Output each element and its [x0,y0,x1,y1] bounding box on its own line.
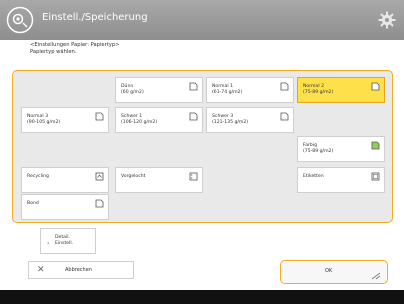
paper-type-label: Schwer 1 (106-120 g/m2) [121,114,158,125]
paper-type-normal-1[interactable]: Normal 1 (61-74 g/m2) [206,77,294,103]
paper-type-normal-2[interactable]: Normal 2 (75-89 g/m2) [297,77,385,103]
recycled-paper-icon [95,172,104,181]
paper-type-label: Bond [27,201,39,206]
paper-type-recycling[interactable]: Recycling [21,167,109,193]
paper-icon [189,112,198,121]
paper-type-vorgelocht[interactable]: Vorgelocht [115,167,203,193]
paper-type-label: Recycling [27,174,49,179]
detail-settings-button[interactable]: › Detail. Einstell. [40,228,96,254]
corner-marker-icon [371,272,381,280]
paper-icon [95,112,104,121]
arrow-right-icon: › [47,240,50,247]
bottom-bar [0,290,404,304]
paper-icon [189,82,198,91]
paper-type-label: Normal 3 (90-105 g/m2) [27,114,61,125]
paper-type-label: Farbig (75-89 g/m2) [303,143,334,154]
cancel-button-label: Abbrechen [65,267,92,273]
cancel-button[interactable]: ✕ Abbrechen [28,261,134,279]
paper-type-normal-3[interactable]: Normal 3 (90-105 g/m2) [21,107,109,133]
instruction-line-1: <Einstellungen Papier: Papiertyp> [30,42,120,48]
ok-button[interactable]: OK [280,260,388,284]
ok-button-label: OK [325,268,333,274]
prepunched-paper-icon [189,172,198,181]
paper-type-farbig[interactable]: Farbig (75-89 g/m2) [297,136,385,162]
colored-paper-icon [371,141,380,150]
detail-settings-label: Detail. Einstell. [55,235,74,246]
paper-type-label: Normal 1 (61-74 g/m2) [212,84,243,95]
close-icon: ✕ [37,265,45,275]
paper-icon [280,82,289,91]
instruction-text: <Einstellungen Papier: Papiertyp> Papier… [30,42,390,56]
paper-type-panel: Dünn (60 g/m2) Normal 1 (61-74 g/m2) Nor… [12,70,393,223]
settings-register-icon [6,6,34,34]
paper-type-label: Schwer 3 (121-135 g/m2) [212,114,249,125]
gear-icon[interactable] [378,11,396,29]
paper-icon [371,82,380,91]
paper-type-schwer-3[interactable]: Schwer 3 (121-135 g/m2) [206,107,294,133]
paper-type-bond[interactable]: Bond [21,194,109,220]
paper-type-label: Etiketten [303,174,324,179]
paper-icon [95,199,104,208]
paper-type-label: Dünn (60 g/m2) [121,84,144,95]
paper-type-label: Normal 2 (75-89 g/m2) [303,84,334,95]
title-bar: Einstell./Speicherung [0,0,404,40]
instruction-line-2: Papiertyp wählen. [30,49,77,55]
paper-type-label: Vorgelocht [121,174,146,179]
paper-type-duenn[interactable]: Dünn (60 g/m2) [115,77,203,103]
page-title: Einstell./Speicherung [42,12,148,23]
paper-type-schwer-1[interactable]: Schwer 1 (106-120 g/m2) [115,107,203,133]
paper-type-etiketten[interactable]: Etiketten [297,167,385,193]
label-paper-icon [371,172,380,181]
paper-icon [280,112,289,121]
